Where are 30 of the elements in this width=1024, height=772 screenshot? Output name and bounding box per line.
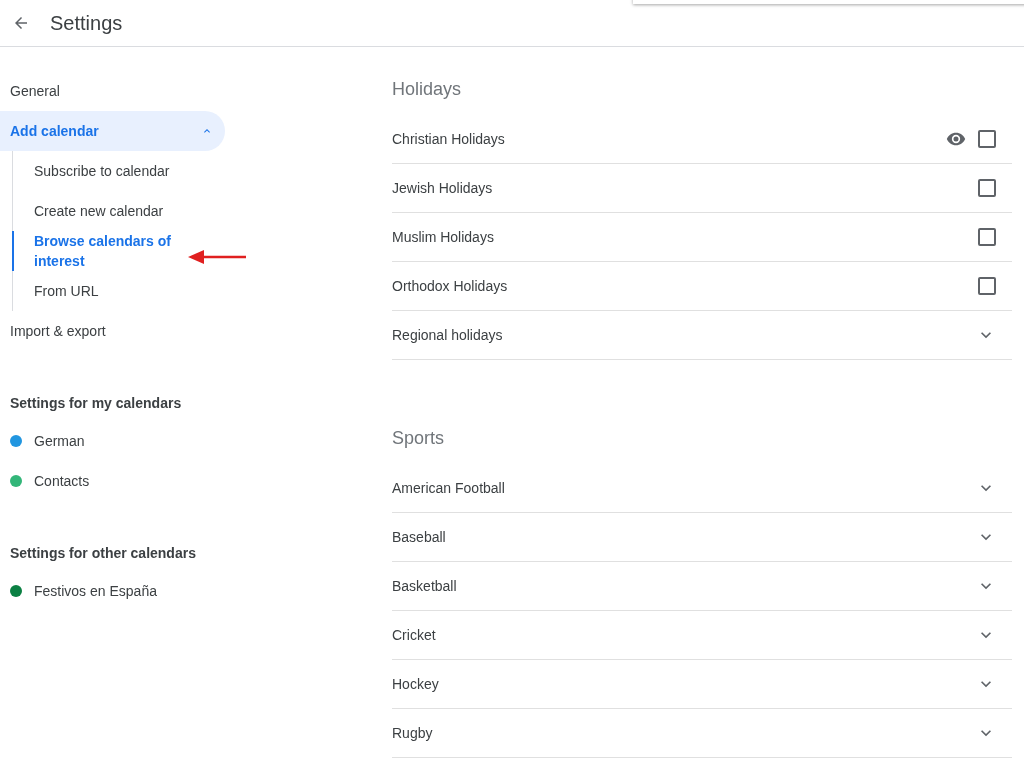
section-heading: Settings for other calendars	[9, 544, 197, 563]
checkbox[interactable]	[978, 277, 996, 295]
group-heading: Sports	[392, 428, 446, 450]
calendar-option-label: Christian Holidays	[392, 131, 505, 147]
calendar-option-label: Cricket	[392, 627, 436, 643]
sidebar-item[interactable]: General	[0, 71, 225, 111]
calendar-option-label: Jewish Holidays	[392, 180, 493, 196]
calendar-option-label: Basketball	[392, 578, 457, 594]
checkbox[interactable]	[978, 179, 996, 197]
page-title: Settings	[50, 11, 123, 35]
calendar-option-label: Muslim Holidays	[392, 229, 494, 245]
checkbox[interactable]	[978, 228, 996, 246]
calendar-option-label: American Football	[392, 480, 505, 496]
sidebar-item[interactable]: Add calendar	[0, 111, 225, 151]
checkbox[interactable]	[978, 130, 996, 148]
calendar-option-label: Hockey	[392, 676, 439, 692]
calendar-option-label: Rugby	[392, 725, 433, 741]
calendar-item[interactable]: German	[34, 433, 85, 449]
calendar-item[interactable]: Festivos en España	[34, 583, 157, 599]
arrow-drawing	[188, 250, 248, 264]
calendar-option-label: Baseball	[392, 529, 446, 545]
sidebar-subitem[interactable]: Create new calendar	[13, 191, 204, 231]
section-heading: Settings for my calendars	[9, 394, 183, 413]
group-heading: Holidays	[392, 79, 463, 101]
sidebar-subitem[interactable]: From URL	[13, 271, 204, 311]
calendar-option-label: Orthodox Holidays	[392, 278, 508, 294]
calendar-option-label: Regional holidays	[392, 327, 503, 343]
sidebar-item[interactable]: Import & export	[0, 311, 225, 351]
sidebar-subitem[interactable]: Subscribe to calendar	[13, 151, 204, 191]
calendar-item[interactable]: Contacts	[34, 473, 90, 489]
